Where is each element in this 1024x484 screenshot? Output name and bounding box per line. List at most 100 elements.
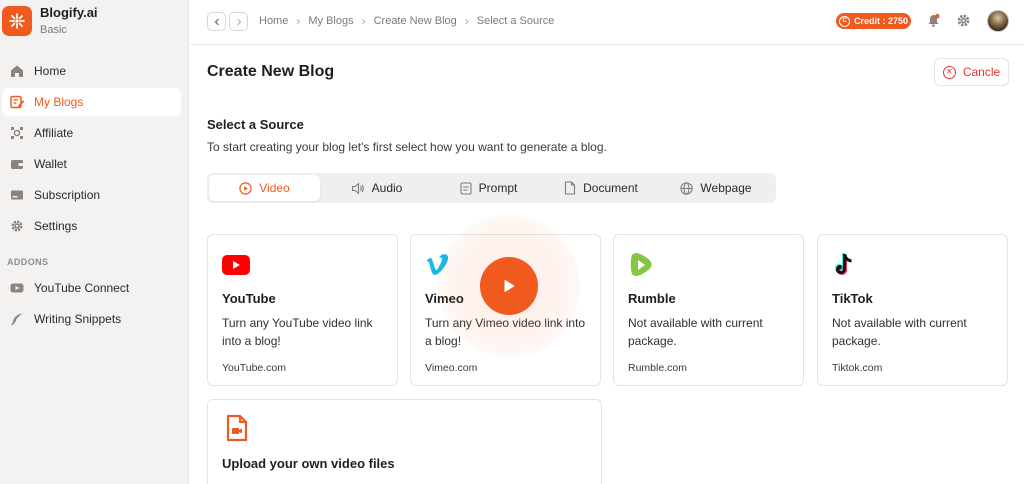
subscription-icon	[8, 187, 25, 204]
sidebar-item-label: Affiliate	[34, 126, 74, 140]
section-title: Select a Source	[207, 117, 304, 132]
card-title: Rumble	[628, 291, 676, 306]
sidebar-item-wallet[interactable]: Wallet	[2, 150, 181, 178]
card-title: TikTok	[832, 291, 873, 306]
section-description: To start creating your blog let's first …	[207, 140, 607, 154]
youtube-icon	[8, 280, 25, 297]
page-title: Create New Blog	[207, 63, 335, 80]
bell-icon	[928, 13, 940, 27]
breadcrumb-separator-icon: ›	[296, 14, 301, 28]
history-nav	[207, 12, 251, 31]
sidebar-item-label: Home	[34, 64, 67, 78]
avatar[interactable]	[987, 10, 1009, 32]
sidebar-item-subscription[interactable]: Subscription	[2, 181, 181, 209]
card-title: YouTube	[222, 291, 276, 306]
tab-label: Audio	[371, 181, 403, 195]
sidebar-item-label: Writing Snippets	[34, 312, 122, 326]
chevron-right-icon	[236, 18, 241, 25]
forward-button[interactable]	[229, 12, 248, 31]
chevron-left-icon	[214, 18, 219, 25]
sidebar-item-writing-snippets[interactable]: Writing Snippets	[2, 305, 181, 333]
close-circle-icon: ✕	[942, 65, 956, 79]
affiliate-icon	[8, 125, 25, 142]
brand-name: Blogify.ai	[40, 5, 98, 20]
card-site: Rumble.com	[628, 362, 687, 374]
tab-label: Prompt	[478, 181, 518, 195]
card-site: Vimeo.com	[425, 362, 478, 374]
cancel-label: Cancle	[962, 65, 1001, 79]
breadcrumb-item-my-blogs[interactable]: My Blogs	[308, 15, 353, 27]
tab-label: Webpage	[700, 181, 752, 195]
card-description: Turn any YouTube video link into a blog!	[222, 316, 373, 348]
brand[interactable]: Blogify.ai Basic	[0, 0, 189, 46]
card-site: Tiktok.com	[832, 362, 883, 374]
cancel-button[interactable]: ✕ Cancle	[934, 58, 1009, 86]
tiktok-logo-icon	[832, 250, 862, 280]
credit-badge[interactable]: C Credit : 2750	[836, 13, 911, 29]
addons-section-label: ADDONS	[7, 257, 49, 267]
sidebar-item-label: Settings	[34, 219, 78, 233]
sidebar-item-youtube-connect[interactable]: YouTube Connect	[2, 274, 181, 302]
card-title: Upload your own video files	[222, 456, 395, 471]
tab-audio[interactable]: Audio	[320, 175, 433, 201]
breadcrumb-item-select-a-source: Select a Source	[476, 15, 555, 27]
sidebar-item-label: YouTube Connect	[34, 281, 130, 295]
tab-webpage[interactable]: Webpage	[658, 175, 774, 201]
sidebar-nav: Home My Blogs Affiliate Wallet Subscript…	[0, 57, 189, 243]
youtube-logo-icon	[222, 250, 252, 280]
addons-nav: YouTube Connect Writing Snippets	[0, 274, 189, 336]
play-circle-icon	[239, 181, 252, 195]
card-description: Not available with current package.	[832, 316, 967, 348]
brand-plan: Basic	[40, 24, 67, 36]
globe-icon	[680, 181, 694, 195]
prompt-icon	[460, 181, 472, 195]
breadcrumb-item-create-new-blog[interactable]: Create New Blog	[374, 15, 457, 27]
coin-icon: C	[839, 15, 850, 27]
sidebar-item-my-blogs[interactable]: My Blogs	[2, 88, 181, 116]
home-icon	[8, 63, 25, 80]
breadcrumb: Home › My Blogs › Create New Blog › Sele…	[259, 14, 554, 28]
card-title: Vimeo	[425, 291, 464, 306]
source-card-tiktok[interactable]: TikTok Not available with current packag…	[817, 234, 1008, 386]
gear-icon	[957, 14, 970, 27]
sidebar-item-settings[interactable]: Settings	[2, 212, 181, 240]
top-bar: Home › My Blogs › Create New Blog › Sele…	[190, 0, 1024, 45]
notifications-button[interactable]	[926, 13, 941, 33]
tab-prompt[interactable]: Prompt	[433, 175, 544, 201]
source-card-youtube[interactable]: YouTube Turn any YouTube video link into…	[207, 234, 398, 386]
tab-video[interactable]: Video	[209, 175, 320, 201]
breadcrumb-separator-icon: ›	[361, 14, 366, 28]
source-card-rumble[interactable]: Rumble Not available with current packag…	[613, 234, 804, 386]
source-tabs: Video Audio Prompt Document Webpage	[207, 173, 776, 203]
gear-icon	[8, 218, 25, 235]
sidebar: Blogify.ai Basic Home My Blogs Affiliate	[0, 0, 189, 484]
breadcrumb-separator-icon: ›	[464, 14, 469, 28]
blog-edit-icon	[8, 94, 25, 111]
feather-icon	[8, 311, 25, 328]
wallet-icon	[8, 156, 25, 173]
video-file-icon	[225, 414, 249, 447]
card-site: YouTube.com	[222, 362, 287, 374]
source-card-upload[interactable]: Upload your own video files	[207, 399, 602, 484]
tab-document[interactable]: Document	[544, 175, 658, 201]
sidebar-item-home[interactable]: Home	[2, 57, 181, 85]
play-button[interactable]	[480, 257, 538, 315]
sidebar-item-label: Wallet	[34, 157, 67, 171]
breadcrumb-item-home[interactable]: Home	[259, 15, 288, 27]
tab-label: Video	[259, 181, 290, 195]
tab-label: Document	[583, 181, 638, 195]
credit-label: Credit : 2750	[854, 16, 909, 26]
document-icon	[564, 181, 576, 195]
back-button[interactable]	[207, 12, 226, 31]
sidebar-item-affiliate[interactable]: Affiliate	[2, 119, 181, 147]
settings-button[interactable]	[956, 13, 971, 33]
play-icon	[504, 280, 515, 292]
speaker-icon	[351, 182, 365, 195]
card-description: Not available with current package.	[628, 316, 763, 348]
sidebar-item-label: Subscription	[34, 188, 101, 202]
card-description: Turn any Vimeo video link into a blog!	[425, 316, 586, 348]
sidebar-item-label: My Blogs	[34, 95, 84, 109]
blogify-logo-icon	[2, 6, 32, 36]
rumble-logo-icon	[628, 250, 658, 280]
vimeo-logo-icon	[425, 250, 455, 280]
